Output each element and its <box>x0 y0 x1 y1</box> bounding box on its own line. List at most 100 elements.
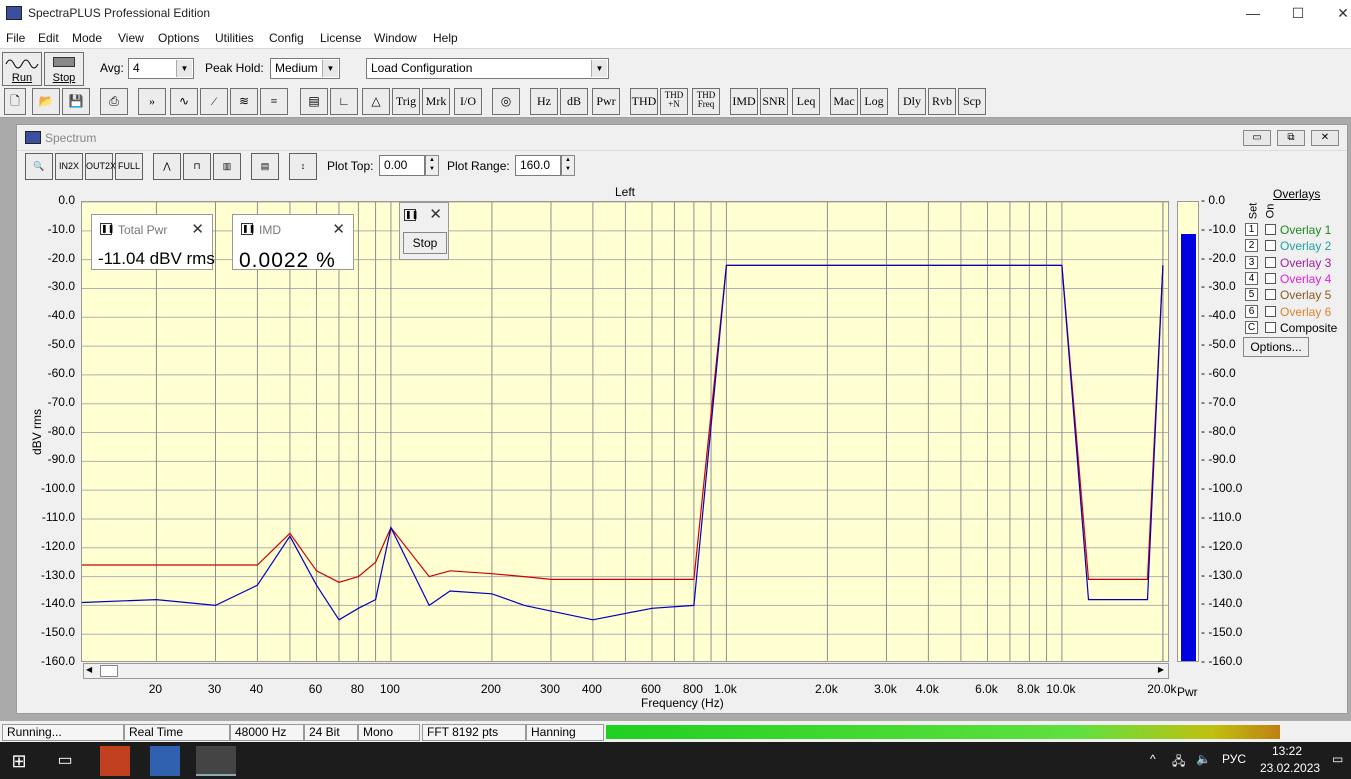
task-view-icon[interactable]: ▭ <box>50 746 80 776</box>
pause-icon[interactable]: ❚❚ <box>404 209 418 221</box>
clock-time[interactable]: 13:22 <box>1272 744 1302 758</box>
scp-button[interactable]: Scp <box>958 88 986 115</box>
axis-icon[interactable]: ∟ <box>330 88 358 115</box>
language-indicator[interactable]: РУС <box>1222 752 1246 766</box>
overlay-set-button[interactable]: 3 <box>1245 255 1258 269</box>
rvb-button[interactable]: Rvb <box>928 88 956 115</box>
mrk-button[interactable]: Mrk <box>422 88 450 115</box>
options-button[interactable]: Options... <box>1243 337 1309 357</box>
run-button[interactable]: Run <box>2 52 42 86</box>
overlay-set-button[interactable]: 5 <box>1245 288 1258 302</box>
config-select[interactable]: Load Configuration ▼ <box>366 58 609 79</box>
overlay-set-button[interactable]: 4 <box>1245 271 1258 285</box>
close-icon[interactable]: ✕ <box>429 205 442 223</box>
peak-hold-select[interactable]: Medium ▼ <box>270 58 340 79</box>
imd-button[interactable]: IMD <box>730 88 758 115</box>
plot-top-spinner[interactable]: ▲ ▼ <box>425 155 439 176</box>
overlay-checkbox[interactable] <box>1265 289 1276 301</box>
thd-button[interactable]: THD <box>630 88 658 115</box>
generator-icon[interactable]: ◎ <box>492 88 520 115</box>
menu-utilities[interactable]: Utilities <box>215 31 254 45</box>
total-pwr-meter[interactable]: ❚❚ Total Pwr ✕ -11.04 dBV rms <box>91 214 215 270</box>
generator-stop-button[interactable]: Stop <box>403 232 447 254</box>
child-restore-button[interactable]: ⧉ <box>1277 130 1305 146</box>
menu-edit[interactable]: Edit <box>38 31 59 45</box>
db-button[interactable]: dB <box>560 88 588 115</box>
close-button[interactable]: ✕ <box>1320 0 1351 28</box>
windows-start-icon[interactable]: ⊞ <box>4 746 34 776</box>
line-plot-icon[interactable]: ⋀ <box>153 153 181 180</box>
app-taskbar-icon[interactable] <box>150 746 180 776</box>
chevron-up-icon[interactable]: ^ <box>1150 752 1156 766</box>
pause-icon[interactable]: ❚❚ <box>100 223 114 235</box>
close-icon[interactable]: ✕ <box>332 220 345 238</box>
overlay-checkbox[interactable] <box>1265 224 1276 235</box>
plot-top-input[interactable]: 0.00 <box>379 155 425 176</box>
overlay-set-button[interactable]: 6 <box>1245 304 1258 318</box>
pause-icon[interactable]: ❚❚ <box>241 223 255 235</box>
minimize-button[interactable]: — <box>1230 0 1276 28</box>
scope-icon[interactable]: △ <box>362 88 390 115</box>
network-icon[interactable]: 🖧 <box>1172 752 1185 773</box>
scale-icon[interactable]: ↕ <box>289 153 317 180</box>
avg-select[interactable]: 4 ▼ <box>128 58 194 79</box>
snr-button[interactable]: SNR <box>760 88 788 115</box>
child-close-button[interactable]: ✕ <box>1311 130 1339 146</box>
menu-view[interactable]: View <box>118 31 144 45</box>
step-plot-icon[interactable]: ⊓ <box>183 153 211 180</box>
scroll-thumb[interactable] <box>100 665 118 677</box>
print-icon[interactable]: ⎙ <box>100 88 128 115</box>
menu-help[interactable]: Help <box>433 31 458 45</box>
menu-mode[interactable]: Mode <box>72 31 102 45</box>
horizontal-scrollbar[interactable]: ◀ ▶ <box>83 663 1169 679</box>
fast-forward-icon[interactable]: » <box>138 88 166 115</box>
volume-icon[interactable]: 🔈 <box>1196 752 1211 766</box>
overlay-checkbox[interactable] <box>1265 321 1276 333</box>
menu-file[interactable]: File <box>6 31 25 45</box>
overlay-checkbox[interactable] <box>1265 272 1276 284</box>
mac-button[interactable]: Mac <box>830 88 858 115</box>
plot-range-spinner[interactable]: ▲ ▼ <box>561 155 575 176</box>
open-icon[interactable]: 📂 <box>32 88 60 115</box>
clock-date[interactable]: 23.02.2023 <box>1260 761 1320 775</box>
save-icon[interactable]: 💾 <box>62 88 90 115</box>
meters-icon[interactable]: ▤ <box>300 88 328 115</box>
overlay-checkbox[interactable] <box>1265 256 1276 268</box>
phase-icon[interactable]: ≋ <box>230 88 258 115</box>
table-icon[interactable]: ▤ <box>251 153 279 180</box>
thdn-button[interactable]: THD +N <box>660 88 688 115</box>
spectraplus-taskbar-icon[interactable] <box>196 746 236 776</box>
overlay-set-button[interactable]: 1 <box>1245 223 1258 236</box>
pwr-button[interactable]: Pwr <box>592 88 620 115</box>
overlay-checkbox[interactable] <box>1265 240 1276 252</box>
overlay-set-button[interactable]: C <box>1245 320 1258 334</box>
overlay-set-button[interactable]: 2 <box>1245 239 1258 253</box>
plot-range-input[interactable]: 160.0 <box>515 155 561 176</box>
log-button[interactable]: Log <box>860 88 888 115</box>
scroll-left-icon[interactable]: ◀ <box>86 665 92 674</box>
stop-button[interactable]: Stop <box>44 52 84 86</box>
scroll-right-icon[interactable]: ▶ <box>1158 665 1164 674</box>
io-button[interactable]: I/O <box>454 88 482 115</box>
winrar-icon[interactable] <box>100 746 130 776</box>
zoom-out-2x-icon[interactable]: OUT2X <box>85 153 116 180</box>
spectrogram-icon[interactable]: ≡ <box>260 88 288 115</box>
menu-license[interactable]: License <box>320 31 361 45</box>
close-icon[interactable]: ✕ <box>191 220 204 238</box>
menu-window[interactable]: Window <box>374 31 417 45</box>
imd-meter[interactable]: ❚❚ IMD ✕ 0.0022 % <box>232 214 354 272</box>
bar-plot-icon[interactable]: ▥ <box>213 153 241 180</box>
spectrum-icon[interactable]: ∿ <box>170 88 198 115</box>
child-minimize-button[interactable]: ▭ <box>1243 130 1271 146</box>
trig-button[interactable]: Trig <box>392 88 420 115</box>
overlay-checkbox[interactable] <box>1265 305 1276 317</box>
notifications-icon[interactable]: ▭ <box>1332 752 1343 766</box>
new-icon[interactable]: 🗋 <box>4 88 26 115</box>
menu-options[interactable]: Options <box>158 31 199 45</box>
thd-freq-button[interactable]: THD Freq <box>692 88 720 115</box>
menu-config[interactable]: Config <box>269 31 304 45</box>
zoom-in-2x-icon[interactable]: IN2X <box>55 153 83 180</box>
hz-button[interactable]: Hz <box>530 88 558 115</box>
dly-button[interactable]: Dly <box>898 88 926 115</box>
time-series-icon[interactable]: ⁄ <box>200 88 228 115</box>
